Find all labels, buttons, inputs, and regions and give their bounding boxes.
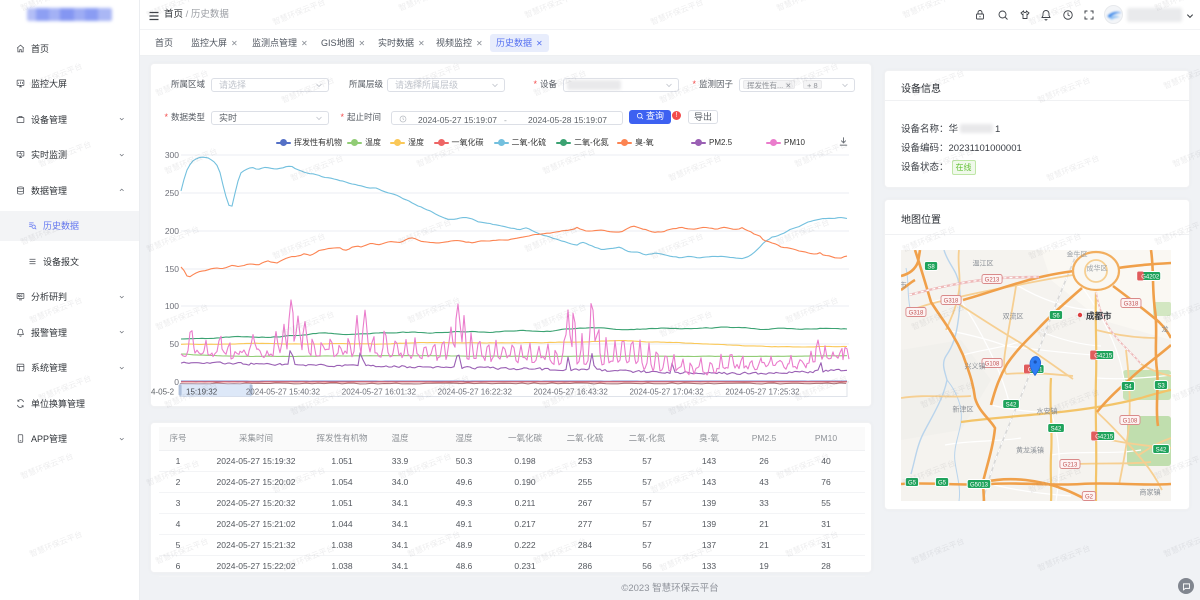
svg-text:S42: S42	[1156, 447, 1167, 453]
svg-text:G108: G108	[985, 361, 1000, 367]
svg-text:G4215: G4215	[1094, 353, 1113, 359]
svg-text:成都市: 成都市	[1086, 311, 1112, 321]
svg-text:250: 250	[165, 188, 179, 198]
svg-text:G4215: G4215	[1095, 434, 1114, 440]
svg-text:4-05-2: 4-05-2	[151, 388, 175, 397]
svg-text:S6: S6	[1052, 313, 1060, 319]
svg-text:G5: G5	[938, 480, 947, 486]
svg-text:2024-05-27 16:22:32: 2024-05-27 16:22:32	[438, 388, 513, 397]
svg-text:双流区: 双流区	[1003, 312, 1024, 321]
svg-text:S8: S8	[927, 264, 935, 270]
svg-text:2024-05-27 15:40:32: 2024-05-27 15:40:32	[246, 388, 321, 397]
svg-text:新津区: 新津区	[953, 405, 974, 414]
svg-text:G5013: G5013	[970, 482, 989, 488]
svg-text:G108: G108	[1123, 418, 1138, 424]
svg-text:水安镇: 水安镇	[1037, 407, 1058, 416]
svg-text:G213: G213	[1063, 462, 1078, 468]
svg-text:智慧环保云平台: 智慧环保云平台	[1162, 529, 1200, 559]
svg-text:金牛区: 金牛区	[1067, 250, 1088, 259]
svg-text:龙: 龙	[1162, 325, 1169, 334]
svg-text:G318: G318	[1124, 301, 1139, 307]
svg-text:G4202: G4202	[1141, 274, 1160, 280]
svg-text:智慧环保云平台: 智慧环保云平台	[1036, 543, 1092, 573]
svg-text:2024-05-27 16:01:32: 2024-05-27 16:01:32	[342, 388, 417, 397]
svg-text:300: 300	[165, 150, 179, 160]
svg-text:温江区: 温江区	[973, 259, 994, 268]
svg-text:市: 市	[901, 281, 907, 290]
svg-text:2024-05-27 17:04:32: 2024-05-27 17:04:32	[629, 388, 704, 397]
svg-text:50: 50	[170, 339, 180, 349]
svg-text:S42: S42	[1051, 426, 1062, 432]
svg-text:2024-05-27 17:25:32: 2024-05-27 17:25:32	[725, 388, 800, 397]
svg-text:兴义镇: 兴义镇	[965, 362, 986, 371]
svg-text:S42: S42	[1006, 402, 1017, 408]
svg-text:G2: G2	[1085, 494, 1094, 500]
svg-text:S3: S3	[1157, 383, 1165, 389]
svg-text:G318: G318	[944, 298, 959, 304]
svg-text:智慧环保云平台: 智慧环保云平台	[910, 536, 966, 566]
svg-text:150: 150	[165, 264, 179, 274]
svg-text:商家镇: 商家镇	[1140, 488, 1161, 497]
svg-text:黄龙溪镇: 黄龙溪镇	[1016, 446, 1044, 455]
svg-text:成华区: 成华区	[1087, 264, 1108, 273]
svg-text:2024-05-27 16:43:32: 2024-05-27 16:43:32	[534, 388, 609, 397]
svg-text:G213: G213	[985, 277, 1000, 283]
svg-text:0: 0	[174, 377, 179, 387]
svg-text:G318: G318	[909, 310, 924, 316]
svg-text:100: 100	[165, 301, 179, 311]
svg-text:S4: S4	[1124, 384, 1132, 390]
svg-text:200: 200	[165, 226, 179, 236]
svg-text:15:19:32: 15:19:32	[186, 388, 218, 397]
svg-text:G5: G5	[908, 480, 917, 486]
